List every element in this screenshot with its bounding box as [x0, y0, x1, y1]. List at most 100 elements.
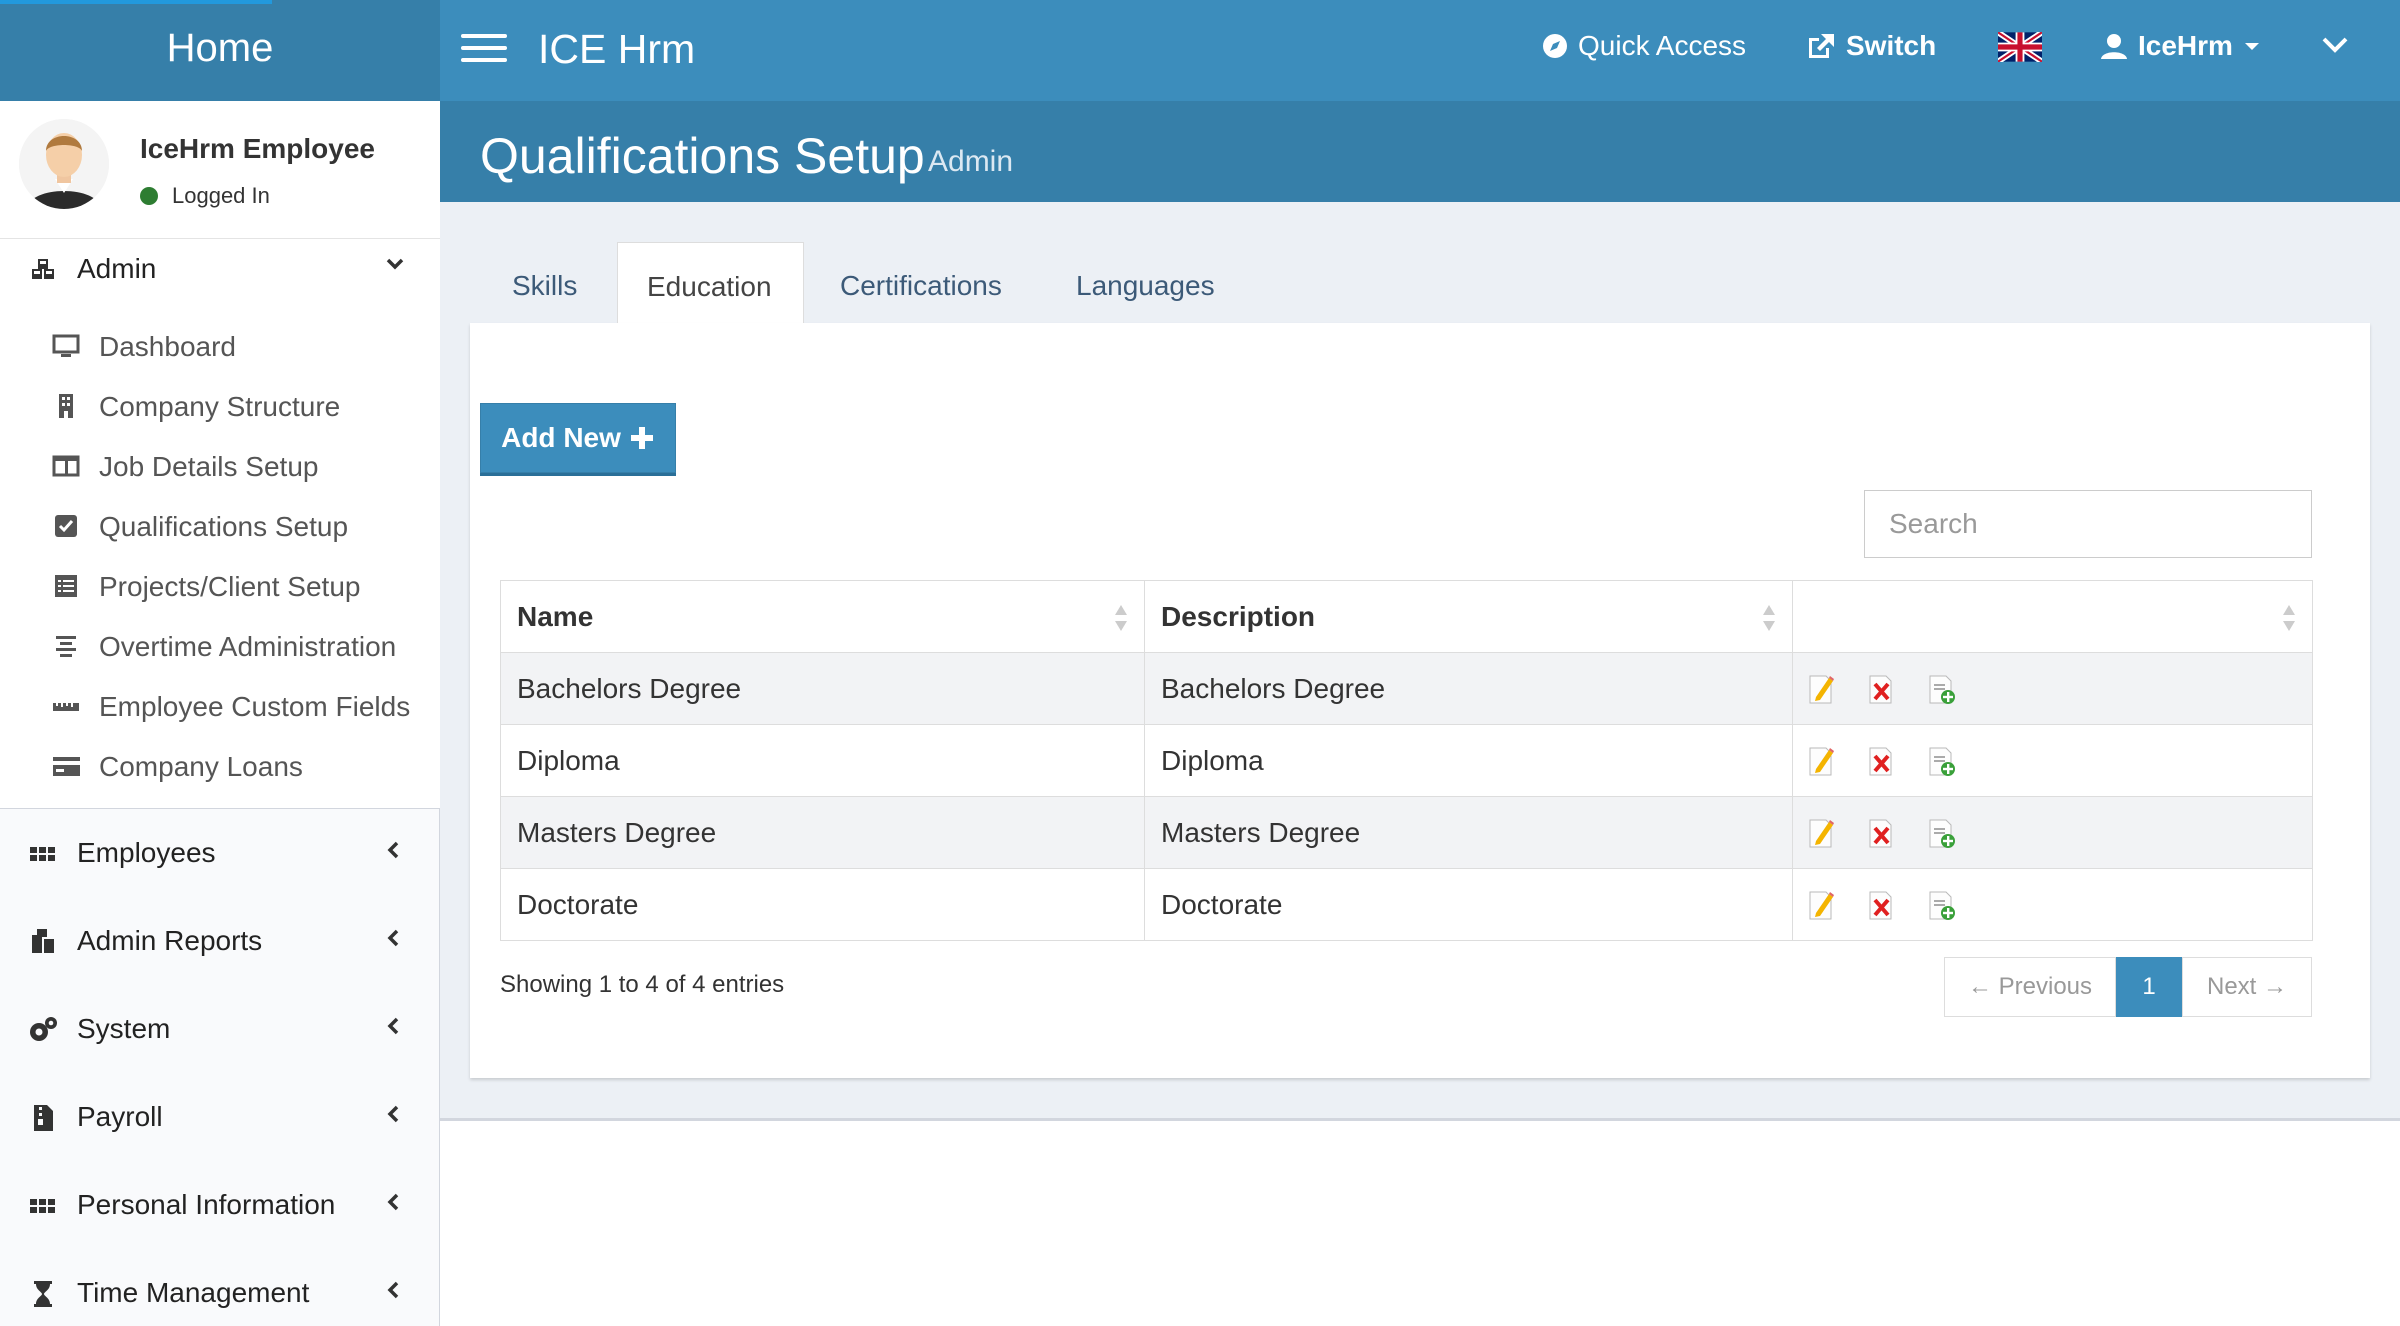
- copy-icon[interactable]: [1927, 672, 1957, 706]
- user-status-label: Logged In: [172, 183, 270, 208]
- table-row[interactable]: Bachelors Degree Bachelors Degree: [500, 652, 2313, 725]
- align-center-icon: [56, 636, 76, 657]
- external-link-icon: [1809, 34, 1834, 58]
- delete-icon[interactable]: [1867, 672, 1897, 706]
- chevron-down-icon[interactable]: [2322, 36, 2348, 54]
- sidebar-item-admin[interactable]: Admin: [0, 239, 440, 299]
- delete-icon[interactable]: [1867, 816, 1897, 850]
- sidebar-item-label: Overtime Administration: [99, 631, 397, 662]
- sidebar-item-label: Qualifications Setup: [99, 511, 349, 542]
- user-panel: IceHrm Employee Logged In: [0, 101, 440, 239]
- delete-icon[interactable]: [1867, 888, 1897, 922]
- columns-icon: [52, 455, 80, 477]
- cell-name: Doctorate: [500, 868, 1145, 941]
- sidebar-item-employee-custom-fields[interactable]: Employee Custom Fields: [0, 681, 440, 733]
- sidebar-item-label: Projects/Client Setup: [99, 571, 361, 602]
- sidebar-item-label: Admin Reports: [77, 925, 263, 956]
- pagination: ← Previous 1 Next →: [1944, 957, 2312, 1017]
- sidebar-item-label: Company Loans: [99, 751, 303, 782]
- sidebar-item-job-details-setup[interactable]: Job Details Setup: [0, 441, 440, 493]
- sidebar-item-time-management[interactable]: Time Management: [0, 1263, 440, 1323]
- edit-icon[interactable]: [1807, 816, 1837, 850]
- sidebar-item-label: Job Details Setup: [99, 451, 319, 482]
- tab-skills[interactable]: Skills: [470, 242, 620, 324]
- hamburger-menu-icon[interactable]: [461, 34, 507, 66]
- home-logo[interactable]: Home: [0, 0, 440, 101]
- quick-access-button[interactable]: Quick Access: [1542, 30, 1746, 62]
- user-menu-button[interactable]: IceHrm: [2100, 30, 2259, 62]
- copy-icon[interactable]: [1927, 816, 1957, 850]
- search-input[interactable]: [1864, 490, 2312, 558]
- column-header-description[interactable]: Description: [1144, 580, 1793, 653]
- sidebar-item-admin-reports[interactable]: Admin Reports: [0, 911, 440, 971]
- loading-bar: [0, 0, 272, 4]
- quick-access-label: Quick Access: [1578, 30, 1747, 61]
- cell-description: Doctorate: [1144, 868, 1793, 941]
- sidebar-item-label: Employees: [77, 837, 216, 868]
- table-row[interactable]: Doctorate Doctorate: [500, 868, 2313, 941]
- user-status: Logged In: [140, 183, 270, 209]
- previous-page-button[interactable]: ← Previous: [1944, 957, 2116, 1017]
- table-info: Showing 1 to 4 of 4 entries: [500, 971, 785, 998]
- chevron-left-icon: [387, 1105, 399, 1123]
- copy-icon[interactable]: [1927, 888, 1957, 922]
- sidebar-item-label: Payroll: [77, 1101, 163, 1132]
- sidebar-item-projects-client-setup[interactable]: Projects/Client Setup: [0, 561, 440, 613]
- logo-text: Home: [166, 26, 274, 70]
- edit-icon[interactable]: [1807, 888, 1837, 922]
- sidebar-item-label: Time Management: [77, 1277, 310, 1308]
- sidebar-item-company-structure[interactable]: Company Structure: [0, 381, 440, 433]
- page-1-button[interactable]: 1: [2116, 957, 2182, 1017]
- switch-button[interactable]: Switch: [1806, 30, 1936, 62]
- column-header-actions[interactable]: [1792, 580, 2313, 653]
- cell-name: Masters Degree: [500, 796, 1145, 869]
- column-header-name[interactable]: Name: [500, 580, 1145, 653]
- sidebar-item-system[interactable]: System: [0, 999, 440, 1059]
- cubes-icon: [32, 929, 54, 953]
- grid-icon: [30, 847, 55, 861]
- plus-icon: [630, 427, 653, 449]
- chevron-left-icon: [387, 1193, 399, 1211]
- sidebar-item-payroll[interactable]: Payroll: [0, 1087, 440, 1147]
- content-footer-area: [440, 1121, 2400, 1326]
- cell-actions: [1792, 724, 2313, 797]
- cell-name: Diploma: [500, 724, 1145, 797]
- copy-icon[interactable]: [1927, 744, 1957, 778]
- sidebar-item-admin-label: Admin: [77, 253, 157, 284]
- edit-icon[interactable]: [1807, 672, 1837, 706]
- tab-education[interactable]: Education: [617, 242, 804, 324]
- add-new-button[interactable]: Add New: [480, 403, 676, 473]
- hourglass-icon: [34, 1281, 52, 1307]
- next-page-button[interactable]: Next →: [2182, 957, 2312, 1017]
- grid-icon: [30, 1199, 55, 1213]
- user-name: IceHrm Employee: [140, 133, 375, 164]
- credit-card-icon: [53, 757, 80, 776]
- page-title: Qualifications Setup: [480, 128, 925, 184]
- app-title: ICE Hrm: [538, 26, 696, 72]
- tab-languages[interactable]: Languages: [1040, 242, 1230, 324]
- tab-certifications[interactable]: Certifications: [804, 242, 1040, 324]
- sidebar-item-company-loans[interactable]: Company Loans: [0, 741, 440, 793]
- sidebar-item-label: Company Structure: [99, 391, 341, 422]
- sidebar-item-personal-information[interactable]: Personal Information: [0, 1175, 440, 1235]
- table-row[interactable]: Diploma Diploma: [500, 724, 2313, 797]
- table-row[interactable]: Masters Degree Masters Degree: [500, 796, 2313, 869]
- chevron-left-icon: [387, 1017, 399, 1035]
- sidebar-item-label: Employee Custom Fields: [99, 691, 411, 722]
- sort-icon: [1115, 605, 1127, 631]
- sidebar-item-dashboard[interactable]: Dashboard: [0, 321, 440, 373]
- delete-icon[interactable]: [1867, 744, 1897, 778]
- uk-flag-icon[interactable]: [1998, 32, 2042, 62]
- sidebar-item-overtime-administration[interactable]: Overtime Administration: [0, 621, 440, 673]
- caret-down-icon: [2244, 42, 2259, 50]
- sidebar-item-qualifications-setup[interactable]: Qualifications Setup: [0, 501, 440, 553]
- sort-icon: [2283, 605, 2295, 631]
- cubes-icon: [32, 259, 54, 279]
- column-header-label: Description: [1161, 600, 1316, 632]
- edit-icon[interactable]: [1807, 744, 1837, 778]
- sidebar-item-employees[interactable]: Employees: [0, 823, 440, 883]
- page-subtitle: Admin: [928, 145, 1014, 178]
- cogs-icon: [30, 1017, 57, 1041]
- avatar: [19, 119, 109, 209]
- sidebar-item-label: Personal Information: [77, 1189, 336, 1220]
